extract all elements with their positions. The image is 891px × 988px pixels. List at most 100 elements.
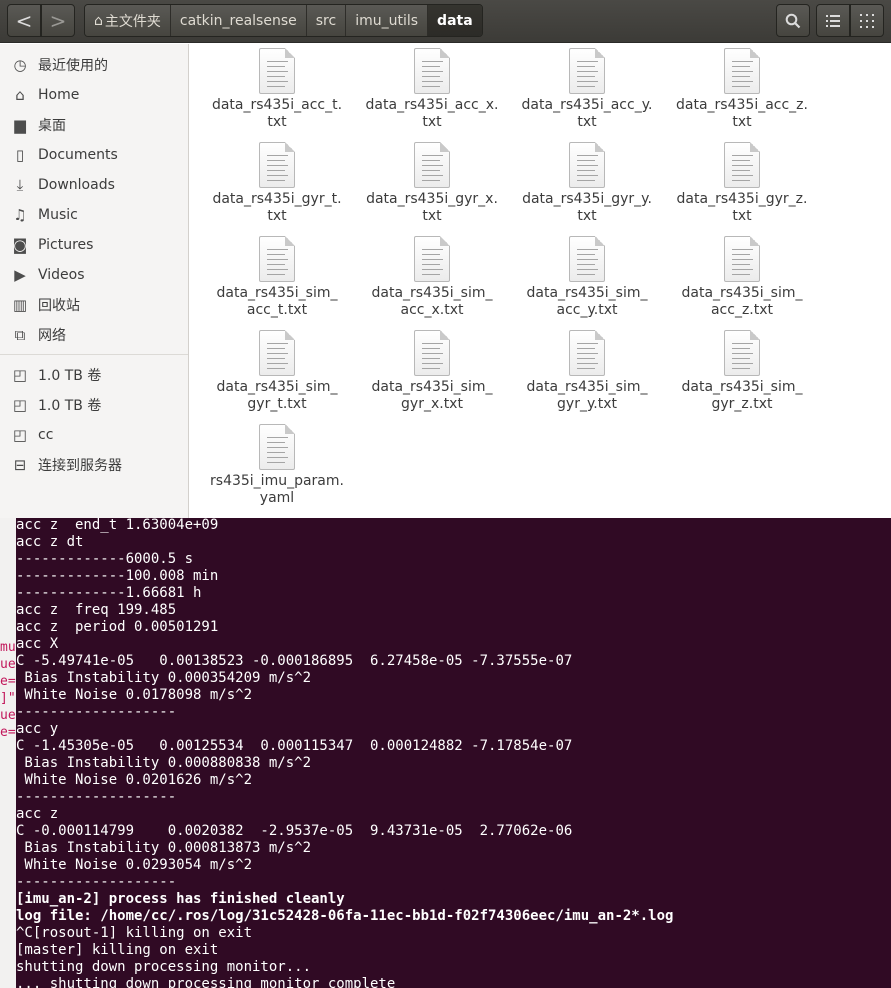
file-name: data_rs435i_gyr_x. txt bbox=[366, 191, 498, 224]
text-file-icon bbox=[724, 330, 760, 376]
terminal-line: ------------------- bbox=[16, 704, 177, 720]
list-view-icon bbox=[826, 14, 840, 27]
folder-icon: ▆ bbox=[14, 116, 26, 134]
text-file-icon bbox=[414, 330, 450, 376]
sidebar-item-label: cc bbox=[38, 427, 54, 443]
file-name: data_rs435i_gyr_y. txt bbox=[522, 191, 652, 224]
sidebar-item--[interactable]: ▆ 桌面 bbox=[0, 110, 188, 140]
breadcrumb-item[interactable]: imu_utils bbox=[346, 5, 429, 36]
sidebar-item--[interactable]: ⊟ 连接到服务器 bbox=[0, 450, 188, 480]
sidebar-item-documents[interactable]: ▯ Documents bbox=[0, 140, 188, 170]
sidebar-item--[interactable]: ⧉ 网络 bbox=[0, 320, 188, 350]
sidebar-item-label: Videos bbox=[38, 267, 85, 283]
sidebar-item-label: 连接到服务器 bbox=[38, 458, 122, 474]
sidebar-item-1-0-tb-[interactable]: ◰ 1.0 TB 卷 bbox=[0, 390, 188, 420]
file-item[interactable]: data_rs435i_sim_ acc_y.txt bbox=[512, 236, 662, 319]
terminal-line: acc z end_t 1.63004e+09 bbox=[16, 517, 219, 533]
sidebar-item-pictures[interactable]: ◙ Pictures bbox=[0, 230, 188, 260]
file-item[interactable]: data_rs435i_sim_ acc_t.txt bbox=[202, 236, 352, 319]
sidebar-item--[interactable]: ◷ 最近使用的 bbox=[0, 50, 188, 80]
text-file-icon bbox=[414, 142, 450, 188]
file-item[interactable]: data_rs435i_sim_ gyr_x.txt bbox=[357, 330, 507, 413]
sidebar-item-music[interactable]: ♫ Music bbox=[0, 200, 188, 230]
file-item[interactable]: data_rs435i_sim_ gyr_t.txt bbox=[202, 330, 352, 413]
terminal-line: [imu_an-2] process has finished cleanly bbox=[16, 891, 345, 907]
file-name: data_rs435i_sim_ gyr_x.txt bbox=[371, 379, 493, 412]
back-button[interactable]: < bbox=[7, 4, 41, 37]
drive-icon: ◰ bbox=[12, 366, 28, 384]
drive-icon: ◰ bbox=[12, 396, 28, 414]
breadcrumb-label: catkin_realsense bbox=[179, 12, 297, 29]
search-button[interactable] bbox=[776, 4, 810, 37]
terminal-line: acc y bbox=[16, 721, 59, 737]
file-item[interactable]: data_rs435i_gyr_t. txt bbox=[202, 142, 352, 225]
sidebar: ◷ 最近使用的 ⌂ Home ▆ 桌面 ▯ Documents ⤓ Downloads ♫ Music… bbox=[0, 44, 189, 518]
sidebar-item-label: 1.0 TB 卷 bbox=[38, 398, 102, 414]
editor-edge-text: ue bbox=[0, 657, 16, 672]
text-file-icon bbox=[259, 236, 295, 282]
forward-button[interactable]: > bbox=[41, 4, 75, 37]
terminal-line: White Noise 0.0293054 m/s^2 bbox=[16, 857, 253, 873]
text-file-icon bbox=[414, 236, 450, 282]
file-item[interactable]: data_rs435i_acc_x. txt bbox=[357, 48, 507, 131]
file-item[interactable]: data_rs435i_sim_ gyr_y.txt bbox=[512, 330, 662, 413]
terminal-line: [master] killing on exit bbox=[16, 942, 219, 958]
file-item[interactable]: data_rs435i_gyr_y. txt bbox=[512, 142, 662, 225]
editor-edge-text: ]" bbox=[0, 691, 16, 706]
sidebar-item-cc[interactable]: ◰ cc bbox=[0, 420, 188, 450]
file-grid: data_rs435i_acc_t. txt data_rs435i_acc_x.… bbox=[190, 44, 891, 518]
server-icon: ⊟ bbox=[13, 456, 27, 474]
text-file-icon bbox=[724, 48, 760, 94]
file-item[interactable]: data_rs435i_sim_ acc_z.txt bbox=[667, 236, 817, 319]
sidebar-item-label: Pictures bbox=[38, 237, 94, 253]
file-item[interactable]: data_rs435i_acc_t. txt bbox=[202, 48, 352, 131]
document-icon: ▯ bbox=[15, 146, 25, 164]
file-item[interactable]: data_rs435i_sim_ gyr_z.txt bbox=[667, 330, 817, 413]
clock-icon: ◷ bbox=[13, 56, 27, 74]
breadcrumb-item[interactable]: data bbox=[428, 5, 482, 36]
file-item[interactable]: data_rs435i_sim_ acc_x.txt bbox=[357, 236, 507, 319]
file-name: data_rs435i_sim_ gyr_t.txt bbox=[216, 379, 338, 412]
text-file-icon bbox=[569, 48, 605, 94]
terminal-line: C -1.45305e-05 0.00125534 0.000115347 0.… bbox=[16, 738, 573, 754]
sidebar-item-label: 最近使用的 bbox=[38, 58, 108, 74]
sidebar-item-videos[interactable]: ▶ Videos bbox=[0, 260, 188, 290]
sidebar-item-label: 桌面 bbox=[38, 118, 66, 134]
terminal-line: C -5.49741e-05 0.00138523 -0.000186895 6… bbox=[16, 653, 573, 669]
editor-edge-text: e= bbox=[0, 674, 16, 689]
list-view-button[interactable] bbox=[816, 4, 850, 37]
sidebar-item-label: 1.0 TB 卷 bbox=[38, 368, 102, 384]
terminal-output[interactable]: acc z end_t 1.63004e+09 acc z dt ---------… bbox=[16, 517, 891, 988]
file-name: data_rs435i_sim_ acc_y.txt bbox=[526, 285, 648, 318]
editor-edge-text: e= bbox=[0, 725, 16, 740]
breadcrumb: ⌂ 主文件夹 catkin_realsense src imu_utils data bbox=[84, 4, 483, 37]
file-item[interactable]: data_rs435i_gyr_z. txt bbox=[667, 142, 817, 225]
file-item[interactable]: data_rs435i_acc_y. txt bbox=[512, 48, 662, 131]
terminal-line: -------------1.66681 h bbox=[16, 585, 202, 601]
breadcrumb-label: data bbox=[437, 12, 473, 29]
breadcrumb-home[interactable]: ⌂ 主文件夹 bbox=[85, 5, 171, 36]
breadcrumb-item[interactable]: src bbox=[306, 5, 347, 36]
home-icon: ⌂ bbox=[15, 86, 25, 104]
file-name: data_rs435i_gyr_z. txt bbox=[676, 191, 808, 224]
file-item[interactable]: rs435i_imu_param. yaml bbox=[202, 424, 352, 507]
breadcrumb-item[interactable]: catkin_realsense bbox=[170, 5, 307, 36]
sidebar-item-home[interactable]: ⌂ Home bbox=[0, 80, 188, 110]
file-name: data_rs435i_sim_ gyr_z.txt bbox=[681, 379, 803, 412]
network-icon: ⧉ bbox=[14, 326, 26, 344]
sidebar-item-1-0-tb-[interactable]: ◰ 1.0 TB 卷 bbox=[0, 360, 188, 390]
file-name: data_rs435i_sim_ acc_z.txt bbox=[681, 285, 803, 318]
terminal-line: acc X bbox=[16, 636, 59, 652]
grid-view-icon bbox=[860, 13, 874, 28]
terminal-line: ------------------- bbox=[16, 874, 177, 890]
sidebar-item-downloads[interactable]: ⤓ Downloads bbox=[0, 170, 188, 200]
file-item[interactable]: data_rs435i_acc_z. txt bbox=[667, 48, 817, 131]
file-item[interactable]: data_rs435i_gyr_x. txt bbox=[357, 142, 507, 225]
breadcrumb-label: src bbox=[315, 12, 337, 29]
sidebar-item--[interactable]: ▥ 回收站 bbox=[0, 290, 188, 320]
grid-view-button[interactable] bbox=[850, 4, 884, 37]
terminal-line: C -0.000114799 0.0020382 -2.9537e-05 9.4… bbox=[16, 823, 573, 839]
text-file-icon bbox=[259, 330, 295, 376]
terminal-line: acc z bbox=[16, 806, 59, 822]
editor-edge-text: ue bbox=[0, 708, 16, 723]
